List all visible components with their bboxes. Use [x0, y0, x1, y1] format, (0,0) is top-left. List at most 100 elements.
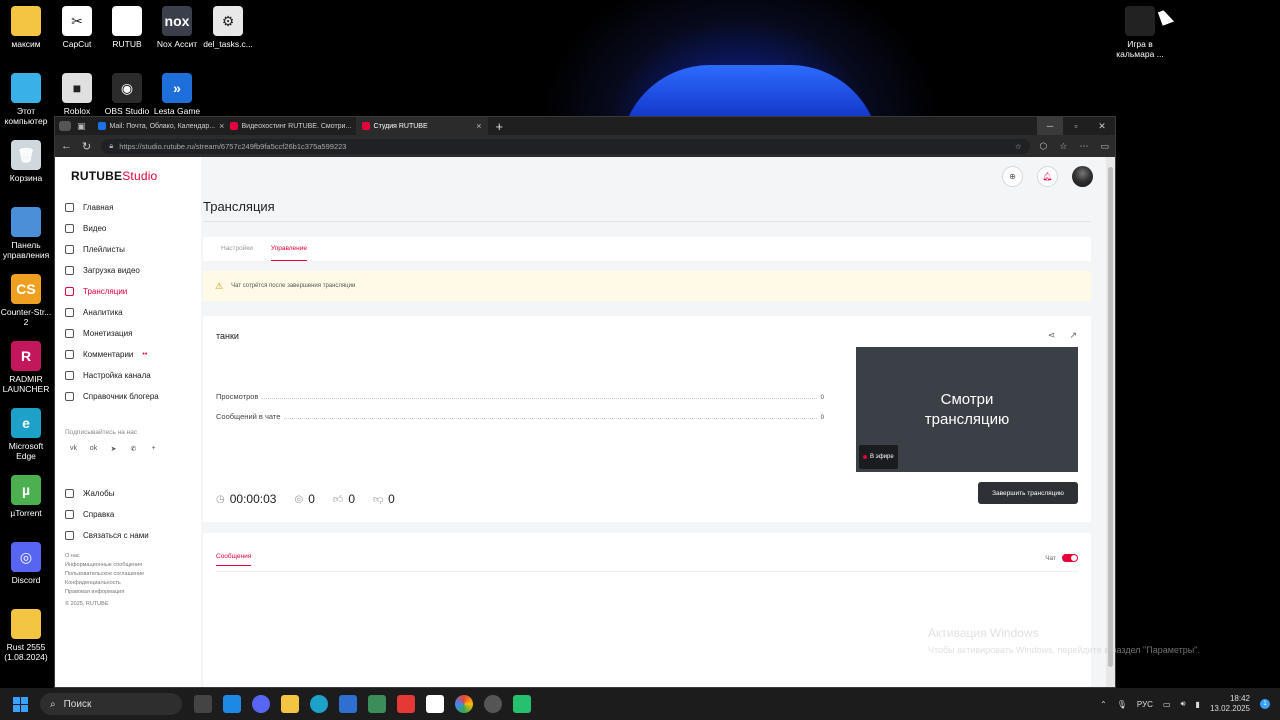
- back-icon[interactable]: ←: [61, 140, 72, 152]
- sidebar-item-guide[interactable]: Справочник блогера: [65, 386, 191, 407]
- more-icon[interactable]: ⋯: [1079, 141, 1088, 152]
- desktop-icon-lesta[interactable]: » Lesta Game: [151, 73, 203, 116]
- social-ok-icon[interactable]: ok: [88, 445, 99, 453]
- widgets-icon[interactable]: [223, 695, 241, 713]
- sidebar-item-video[interactable]: Видео: [65, 218, 191, 239]
- app-active-icon[interactable]: [513, 695, 531, 713]
- close-window-button[interactable]: ✕: [1089, 117, 1115, 135]
- network-icon[interactable]: ▭: [1163, 700, 1171, 709]
- sidebar-item-help[interactable]: Справка: [65, 504, 191, 525]
- sidebar-item-monetization[interactable]: Монетизация: [65, 323, 191, 344]
- taskbar-search[interactable]: ⌕ Поиск: [40, 693, 182, 715]
- notification-badge[interactable]: 1: [1260, 699, 1270, 709]
- desktop-icon-edge[interactable]: e Microsoft Edge: [0, 408, 52, 461]
- desktop-icon-recycle-bin[interactable]: 🗑 Корзина: [0, 140, 52, 183]
- browser-tab-mail[interactable]: Mail: Почта, Облако, Календар... ×: [92, 117, 224, 135]
- footer-agreement-link[interactable]: Пользовательское соглашение: [65, 570, 191, 579]
- minimize-button[interactable]: ─: [1037, 117, 1063, 135]
- desktop-icon-cs2[interactable]: CS Counter-Str... 2: [0, 274, 52, 327]
- desktop-icon-discord[interactable]: ◎ Discord: [0, 542, 52, 585]
- chat-toggle-switch[interactable]: [1062, 554, 1078, 562]
- open-external-icon[interactable]: ↗: [1069, 330, 1077, 341]
- social-more-icon[interactable]: +: [148, 445, 159, 453]
- microphone-icon[interactable]: 🎙︎: [1117, 700, 1127, 709]
- start-button[interactable]: [0, 696, 40, 712]
- sidebar-item-flag[interactable]: Жалобы: [65, 483, 191, 504]
- browser-tab-rutube[interactable]: Видеохостинг RUTUBE. Смотри... ×: [224, 117, 356, 135]
- footer-privacy-link[interactable]: Конфиденциальность: [65, 579, 191, 588]
- social-tg-icon[interactable]: ➤: [108, 445, 119, 453]
- footer-legal-link[interactable]: Правовая информация: [65, 588, 191, 597]
- desktop-icon-rutub-file[interactable]: RUTUB: [101, 6, 153, 49]
- scrollbar-thumb[interactable]: [1108, 167, 1113, 667]
- task-view-icon[interactable]: [194, 695, 212, 713]
- sidebar-item-channel-settings[interactable]: Настройка канала: [65, 365, 191, 386]
- sidebar-item-playlist[interactable]: Плейлисты: [65, 239, 191, 260]
- tray-overflow-icon[interactable]: ⌃: [1100, 700, 1107, 709]
- social-vb-icon[interactable]: ✆: [128, 445, 139, 453]
- refresh-icon[interactable]: ↻: [82, 140, 91, 153]
- desktop-icon-control-panel[interactable]: Панель управления: [0, 207, 52, 260]
- explorer-icon[interactable]: [281, 695, 299, 713]
- game-launcher-icon[interactable]: [368, 695, 386, 713]
- live-label: В эфире: [870, 454, 894, 460]
- tab-settings[interactable]: Настройки: [221, 237, 253, 261]
- edge-taskbar-icon[interactable]: [310, 695, 328, 713]
- clock[interactable]: 18:42 13.02.2025: [1210, 694, 1250, 714]
- desktop-icon-obs[interactable]: ◉ OBS Studio: [101, 73, 153, 116]
- sidebar-item-upload[interactable]: Загрузка видео: [65, 260, 191, 281]
- desktop-icon-this-pc[interactable]: Этот компьютер: [0, 73, 52, 126]
- favorite-star-icon[interactable]: ☆: [1015, 142, 1022, 151]
- add-video-button[interactable]: ⊕: [1002, 166, 1023, 187]
- desktop-icon-del-tasks[interactable]: ⚙ del_tasks.c...: [202, 6, 254, 49]
- yandex-icon[interactable]: [397, 695, 415, 713]
- desktop-icon-folder-maksim[interactable]: максим: [0, 6, 52, 49]
- desktop-icon-capcut[interactable]: ✂ CapCut: [51, 6, 103, 49]
- sidebar-item-mail[interactable]: Связаться с нами: [65, 525, 191, 546]
- social-vk-icon[interactable]: vk: [68, 445, 79, 453]
- share-icon[interactable]: ⋖: [1048, 330, 1056, 341]
- footer-about-link[interactable]: О нас: [65, 552, 191, 561]
- sidebar-item-comments[interactable]: Комментарии ••: [65, 344, 191, 365]
- volume-icon[interactable]: 🔊︎: [1181, 699, 1186, 709]
- profile-icon[interactable]: [59, 121, 71, 131]
- desktop-icon-nox[interactable]: nox Nox Ассит: [151, 6, 203, 49]
- avatar[interactable]: [1072, 166, 1093, 187]
- desktop-icon-utorrent[interactable]: µ µTorrent: [0, 475, 52, 518]
- new-tab-icon[interactable]: +: [488, 119, 512, 134]
- footer-info-link[interactable]: Информационные сообщения: [65, 561, 191, 570]
- help-icon: [65, 510, 74, 519]
- sidebar-icon[interactable]: ▭: [1100, 141, 1109, 152]
- stream-tabs: Настройки Управление: [203, 237, 1091, 261]
- sidebar-item-analytics[interactable]: Аналитика: [65, 302, 191, 323]
- tab-actions-icon[interactable]: ▣: [77, 121, 86, 132]
- stream-preview[interactable]: Смотри трансляцию В эфире: [856, 347, 1078, 472]
- browser-tab-studio[interactable]: Студия RUTUBE ×: [355, 117, 488, 135]
- document-icon[interactable]: [426, 695, 444, 713]
- page-scrollbar[interactable]: [1106, 157, 1115, 687]
- tab-messages[interactable]: Сообщения: [216, 553, 252, 566]
- tab-management[interactable]: Управление: [270, 237, 308, 261]
- plus-icon: ⊕: [1009, 172, 1016, 181]
- extensions-icon[interactable]: ⬡: [1040, 141, 1048, 152]
- subscribe-label: Подписывайтесь на нас: [65, 429, 138, 436]
- notifications-button[interactable]: 🔔︎: [1037, 166, 1058, 187]
- language-indicator[interactable]: РУС: [1137, 700, 1153, 709]
- favorites-icon[interactable]: ☆: [1059, 141, 1067, 152]
- battery-icon[interactable]: ▮: [1196, 700, 1200, 709]
- end-stream-button[interactable]: Завершить трансляцию: [978, 482, 1078, 504]
- desktop-icon-radmir[interactable]: R RADMIR LAUNCHER: [0, 341, 52, 394]
- close-tab-icon[interactable]: ×: [476, 121, 481, 131]
- desktop-icon-label: максим: [11, 39, 41, 49]
- sidebar-item-broadcast[interactable]: Трансляции: [65, 281, 191, 302]
- rutube-studio-logo[interactable]: RUTUBEStudio: [71, 169, 191, 183]
- chrome-icon[interactable]: [455, 695, 473, 713]
- url-field[interactable]: 🔒︎ https://studio.rutube.ru/stream/6757c…: [101, 138, 1030, 154]
- maximize-button[interactable]: ▫: [1063, 117, 1089, 135]
- discord-taskbar-icon[interactable]: [252, 695, 270, 713]
- desktop-icon-rust-folder[interactable]: Rust 2555 (1.08.2024): [0, 609, 52, 662]
- sidebar-item-home[interactable]: Главная: [65, 197, 191, 218]
- obs-taskbar-icon[interactable]: [484, 695, 502, 713]
- sidebar-item-label: Главная: [83, 203, 114, 212]
- store-icon[interactable]: [339, 695, 357, 713]
